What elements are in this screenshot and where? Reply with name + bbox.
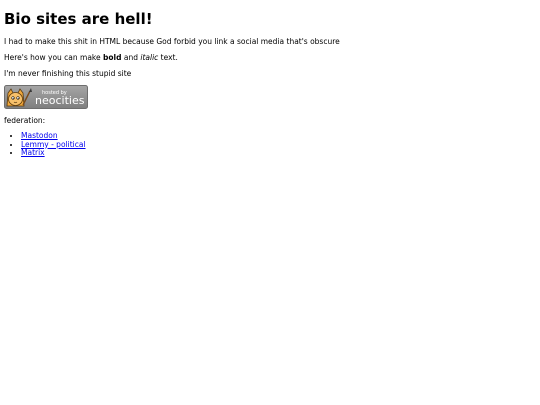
page-content: Bio sites are hell! I had to make this s… bbox=[0, 0, 540, 158]
italic-text: italic bbox=[140, 53, 159, 62]
formatting-middle: and bbox=[121, 53, 141, 62]
list-item: Matrix bbox=[21, 148, 536, 158]
intro-paragraph: I had to make this shit in HTML because … bbox=[4, 37, 340, 46]
formatting-prefix: Here's how you can make bbox=[4, 53, 103, 62]
neocities-badge[interactable]: hosted by neocities bbox=[4, 85, 88, 109]
federation-list: Mastodon Lemmy - political Matrix bbox=[4, 131, 536, 158]
formatting-paragraph: Here's how you can make bold and italic … bbox=[4, 53, 536, 62]
list-item: Mastodon bbox=[21, 131, 536, 141]
federation-label: federation: bbox=[4, 116, 46, 125]
page-title: Bio sites are hell! bbox=[4, 10, 153, 28]
badge-brand-text: neocities bbox=[35, 94, 85, 107]
bold-text: bold bbox=[103, 53, 122, 62]
list-item: Lemmy - political bbox=[21, 140, 536, 150]
formatting-suffix: text. bbox=[158, 53, 178, 62]
matrix-link[interactable]: Matrix bbox=[21, 148, 45, 157]
status-paragraph: I'm never finishing this stupid site bbox=[4, 69, 132, 78]
